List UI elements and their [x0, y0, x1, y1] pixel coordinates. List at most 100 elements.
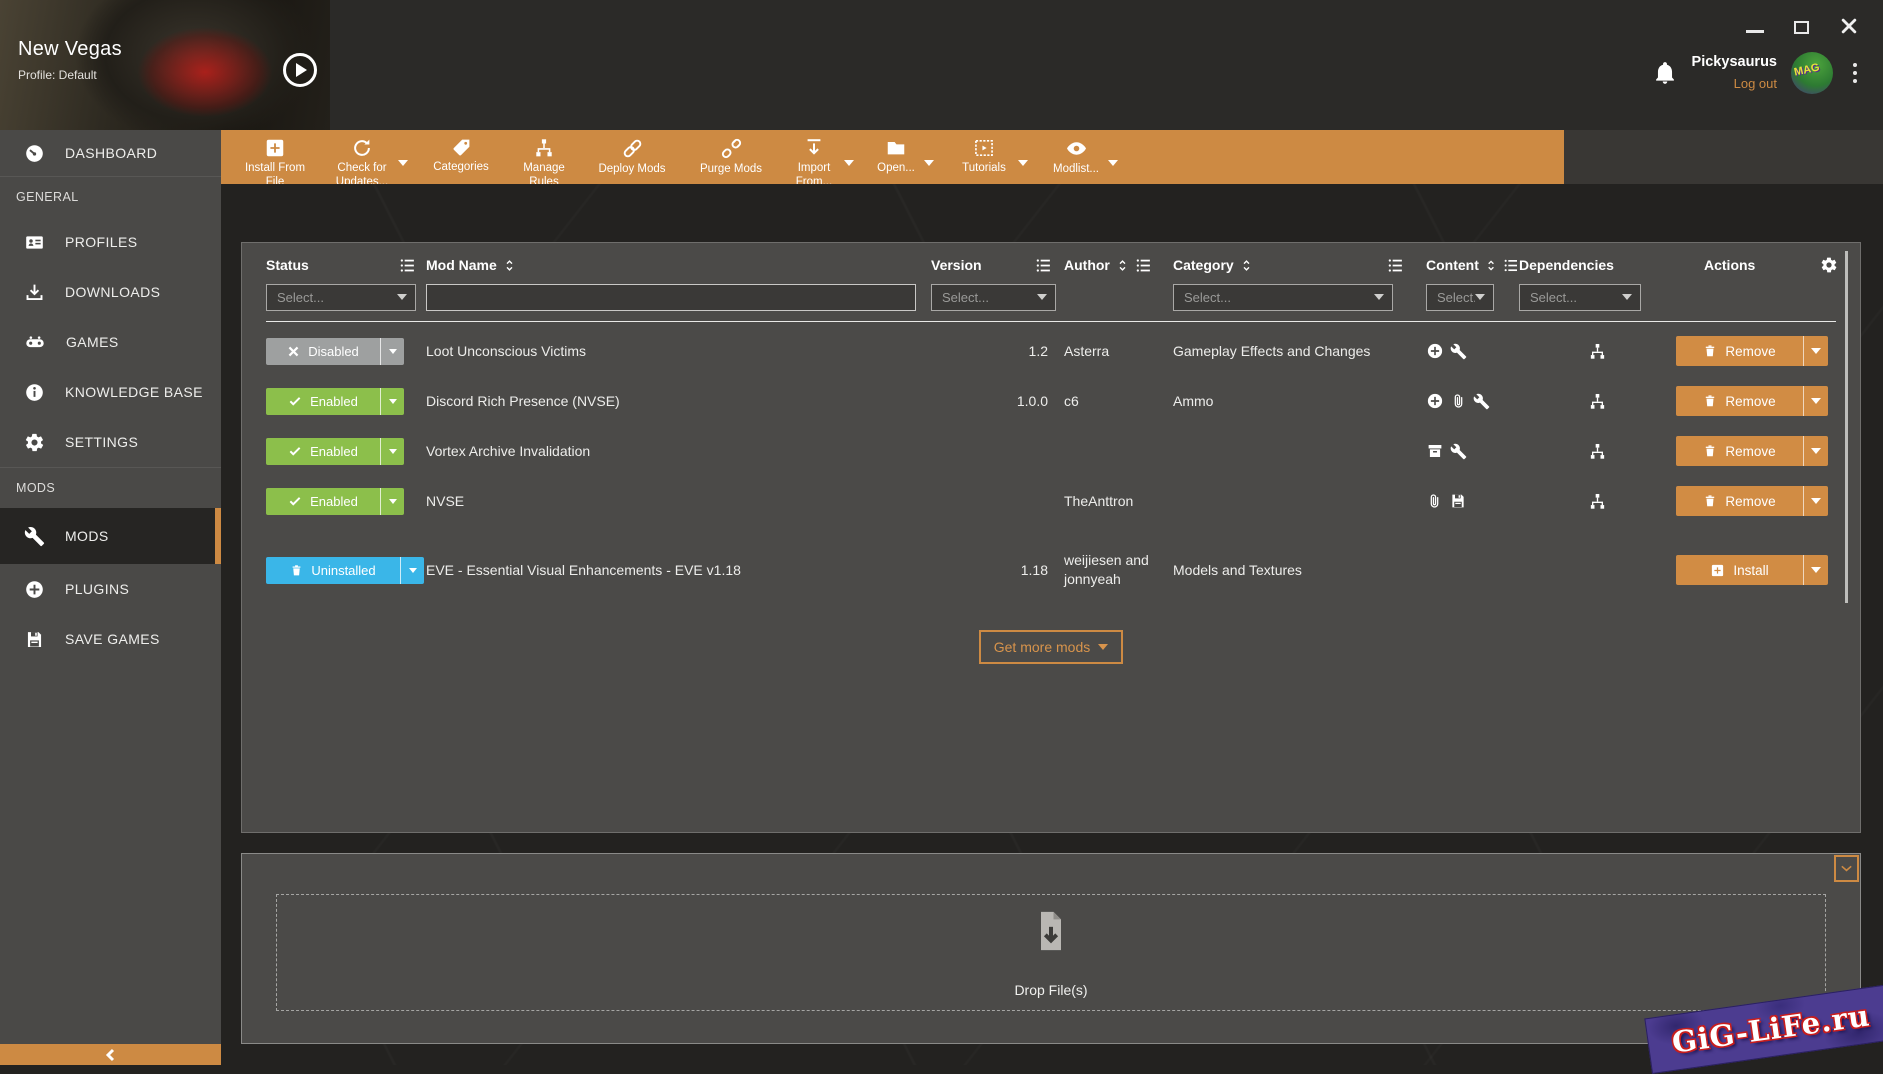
- purge-mods-button[interactable]: Purge Mods: [689, 137, 773, 177]
- mod-name[interactable]: Loot Unconscious Victims: [426, 343, 931, 359]
- action-dropdown[interactable]: [1803, 486, 1828, 516]
- dependencies-icon[interactable]: [1588, 392, 1607, 411]
- maximize-button[interactable]: [1794, 18, 1809, 34]
- kebab-menu-icon[interactable]: [1847, 59, 1863, 87]
- plus-square-icon: [1710, 563, 1725, 578]
- status-toggle-enabled[interactable]: Enabled: [266, 488, 404, 515]
- chevron-down-icon[interactable]: [398, 160, 408, 166]
- drop-files-label: Drop File(s): [277, 982, 1825, 998]
- column-mod-name[interactable]: Mod Name: [426, 257, 497, 273]
- quick-launch-button[interactable]: [283, 53, 317, 87]
- sort-icon[interactable]: [502, 258, 517, 273]
- chevron-down-icon[interactable]: [844, 160, 854, 166]
- sidebar-item-save-games[interactable]: SAVE GAMES: [0, 614, 221, 664]
- status-dropdown[interactable]: [380, 388, 404, 415]
- category-filter-select[interactable]: Select...: [1173, 284, 1393, 311]
- sort-icon[interactable]: [1239, 258, 1254, 273]
- remove-button[interactable]: Remove: [1676, 386, 1828, 416]
- sidebar-item-mods[interactable]: MODS: [0, 508, 221, 564]
- remove-button[interactable]: Remove: [1676, 486, 1828, 516]
- action-dropdown[interactable]: [1803, 436, 1828, 466]
- filter-list-icon[interactable]: [1387, 257, 1404, 274]
- content-filter-select[interactable]: Select...: [1426, 284, 1494, 311]
- status-dropdown[interactable]: [380, 488, 404, 515]
- status-toggle-disabled[interactable]: Disabled: [266, 338, 404, 365]
- sidebar-collapse-button[interactable]: [0, 1044, 221, 1065]
- sidebar-item-settings[interactable]: SETTINGS: [0, 417, 221, 467]
- column-status[interactable]: Status: [266, 257, 309, 273]
- tutorials-button[interactable]: Tutorials: [952, 137, 1016, 176]
- chevron-down-icon[interactable]: [1018, 160, 1028, 166]
- column-author[interactable]: Author: [1064, 257, 1110, 273]
- version-filter-select[interactable]: Select...: [931, 284, 1056, 311]
- column-dependencies[interactable]: Dependencies: [1519, 257, 1614, 273]
- avatar[interactable]: MAG: [1791, 52, 1833, 94]
- sidebar-item-dashboard[interactable]: DASHBOARD: [0, 130, 221, 176]
- gear-icon[interactable]: [1820, 256, 1838, 274]
- mod-name[interactable]: EVE - Essential Visual Enhancements - EV…: [426, 562, 931, 578]
- sort-icon[interactable]: [1115, 258, 1130, 273]
- status-toggle-enabled[interactable]: Enabled: [266, 388, 404, 415]
- remove-button[interactable]: Remove: [1676, 336, 1828, 366]
- action-dropdown[interactable]: [1803, 336, 1828, 366]
- modlist-button[interactable]: Modlist...: [1046, 137, 1106, 177]
- dropzone-collapse-button[interactable]: [1834, 855, 1859, 882]
- x-icon: [287, 345, 300, 358]
- check-icon: [288, 444, 302, 458]
- status-filter-select[interactable]: Select...: [266, 284, 416, 311]
- chevron-left-icon: [103, 1047, 119, 1063]
- column-version[interactable]: Version: [931, 257, 982, 273]
- status-dropdown[interactable]: [380, 338, 404, 365]
- sidebar-item-plugins[interactable]: PLUGINS: [0, 564, 221, 614]
- dependencies-icon[interactable]: [1588, 442, 1607, 461]
- logout-link[interactable]: Log out: [1692, 74, 1777, 94]
- action-dropdown[interactable]: [1803, 555, 1828, 585]
- categories-button[interactable]: Categories: [422, 137, 500, 175]
- table-row: Enabled NVSE TheAnttron Remove: [242, 476, 1860, 526]
- install-button[interactable]: Install: [1676, 555, 1828, 585]
- sort-icon[interactable]: [1484, 258, 1498, 273]
- notifications-bell-icon[interactable]: [1652, 60, 1678, 86]
- chevron-down-icon[interactable]: [1108, 160, 1118, 166]
- filter-list-icon[interactable]: [399, 257, 416, 274]
- sidebar-item-games[interactable]: GAMES: [0, 317, 221, 367]
- status-dropdown[interactable]: [380, 438, 404, 465]
- open-button[interactable]: Open...: [870, 137, 922, 176]
- minimize-button[interactable]: [1746, 20, 1764, 33]
- install-from-file-button[interactable]: Install From File: [235, 137, 315, 189]
- status-toggle-uninstalled[interactable]: Uninstalled: [266, 557, 424, 584]
- filter-list-icon[interactable]: [1503, 257, 1519, 274]
- sidebar-item-knowledge-base[interactable]: KNOWLEDGE BASE: [0, 367, 221, 417]
- status-toggle-enabled[interactable]: Enabled: [266, 438, 404, 465]
- mod-name[interactable]: NVSE: [426, 493, 931, 509]
- sidebar-item-downloads[interactable]: DOWNLOADS: [0, 267, 221, 317]
- import-from-button[interactable]: Import From...: [786, 137, 842, 189]
- trash-icon: [1703, 494, 1717, 508]
- table-scrollbar[interactable]: [1845, 251, 1848, 603]
- mod-name-filter-input[interactable]: [426, 284, 916, 311]
- mod-name[interactable]: Discord Rich Presence (NVSE): [426, 393, 931, 409]
- close-button[interactable]: [1839, 16, 1859, 36]
- dependencies-icon[interactable]: [1588, 492, 1607, 511]
- table-row: Enabled Discord Rich Presence (NVSE) 1.0…: [242, 376, 1860, 426]
- plus-circle-icon: [1426, 342, 1444, 360]
- filter-list-icon[interactable]: [1035, 257, 1052, 274]
- get-more-mods-button[interactable]: Get more mods: [979, 630, 1123, 664]
- deploy-mods-button[interactable]: Deploy Mods: [588, 137, 676, 177]
- toolbar-filler: [1564, 130, 1883, 184]
- check-for-updates-button[interactable]: Check for Updates...: [328, 137, 396, 189]
- chevron-down-icon[interactable]: [924, 160, 934, 166]
- dependencies-filter-select[interactable]: Select...: [1519, 284, 1641, 311]
- column-category[interactable]: Category: [1173, 257, 1234, 273]
- manage-rules-button[interactable]: Manage Rules: [513, 137, 575, 189]
- action-dropdown[interactable]: [1803, 386, 1828, 416]
- dependencies-icon[interactable]: [1588, 342, 1607, 361]
- status-dropdown[interactable]: [400, 557, 424, 584]
- sidebar-item-profiles[interactable]: PROFILES: [0, 217, 221, 267]
- filter-list-icon[interactable]: [1135, 257, 1152, 274]
- remove-button[interactable]: Remove: [1676, 436, 1828, 466]
- mod-version: 1.18: [1021, 562, 1064, 578]
- mod-name[interactable]: Vortex Archive Invalidation: [426, 443, 931, 459]
- column-content[interactable]: Content: [1426, 257, 1479, 273]
- drop-target[interactable]: Drop File(s): [276, 894, 1826, 1011]
